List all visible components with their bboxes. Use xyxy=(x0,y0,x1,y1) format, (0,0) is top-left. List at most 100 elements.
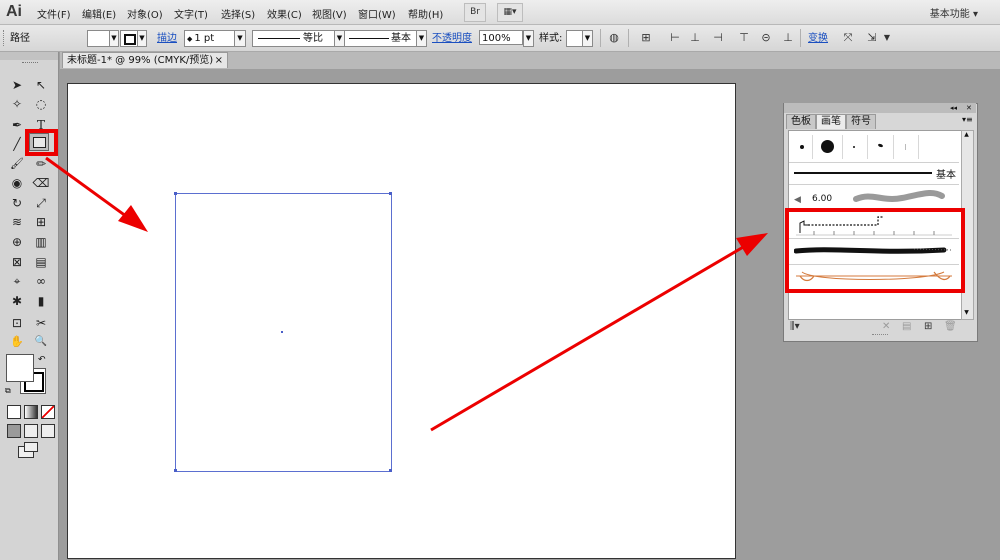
stroke-panel-link[interactable]: 描边 xyxy=(157,31,177,46)
panel-collapse-icon[interactable]: ◂◂ xyxy=(950,103,957,113)
direct-selection-tool-icon[interactable]: ↖ xyxy=(30,76,52,94)
gradient-tool-icon[interactable]: ▤ xyxy=(30,253,52,271)
color-mode-icon[interactable] xyxy=(7,405,21,419)
menu-select[interactable]: 选择(S) xyxy=(221,6,255,21)
scale-tool-icon[interactable]: ⤢ xyxy=(30,194,52,212)
document-tab[interactable]: 未标题-1* @ 99% (CMYK/预览) × xyxy=(62,52,228,68)
bridge-button[interactable]: Br xyxy=(464,3,486,22)
align-middle-icon[interactable]: ⊝ xyxy=(758,30,774,46)
basic-brush-stroke[interactable] xyxy=(794,172,932,174)
artboard-tool-icon[interactable]: ⊡ xyxy=(6,314,28,332)
brush-definition[interactable]: 基本 xyxy=(344,30,418,47)
magic-wand-tool-icon[interactable]: ✧ xyxy=(6,95,28,113)
stroke-swatch[interactable] xyxy=(120,30,138,47)
selection-tool-icon[interactable]: ➤ xyxy=(6,76,28,94)
mesh-tool-icon[interactable]: ⊠ xyxy=(6,253,28,271)
brush-dot-thin[interactable] xyxy=(905,144,906,150)
delete-brush-icon[interactable]: 🗑 xyxy=(944,321,957,332)
tab-brushes[interactable]: 画笔 xyxy=(816,114,846,129)
stroke-weight-dropdown[interactable]: ▼ xyxy=(234,30,246,47)
graphic-style-dropdown[interactable]: ▼ xyxy=(582,30,593,47)
remove-brush-stroke-icon[interactable]: ✕ xyxy=(882,321,890,332)
opacity-dropdown[interactable]: ▼ xyxy=(523,30,534,47)
eyedropper-tool-icon[interactable]: ⌖ xyxy=(6,272,28,290)
menu-object[interactable]: 对象(O) xyxy=(127,6,163,21)
default-colors-icon[interactable]: ⧉ xyxy=(5,386,11,396)
warp-tool-icon[interactable]: ≋ xyxy=(6,213,28,231)
lasso-tool-icon[interactable]: ◌ xyxy=(30,95,52,113)
selection-handle[interactable] xyxy=(389,469,392,472)
tools-panel-header[interactable] xyxy=(0,52,58,60)
opacity-panel-link[interactable]: 不透明度 xyxy=(432,31,472,46)
menu-view[interactable]: 视图(V) xyxy=(312,6,347,21)
scroll-up-icon[interactable]: ▲ xyxy=(962,131,971,139)
brush-dot-small[interactable] xyxy=(800,145,804,149)
panel-menu-icon[interactable]: ▾≡ xyxy=(962,115,973,124)
blob-brush-tool-icon[interactable]: ◉ xyxy=(6,174,28,192)
selection-handle[interactable] xyxy=(174,469,177,472)
draw-normal-icon[interactable] xyxy=(7,424,21,438)
selected-rectangle[interactable] xyxy=(175,193,392,472)
fill-swatch[interactable] xyxy=(87,30,111,47)
panel-resize-grip[interactable] xyxy=(872,334,888,337)
brushes-panel-titlebar[interactable] xyxy=(784,103,976,113)
shape-builder-tool-icon[interactable]: ⊕ xyxy=(6,233,28,251)
tools-grip[interactable] xyxy=(22,62,38,65)
menu-file[interactable]: 文件(F) xyxy=(37,6,71,21)
slice-tool-icon[interactable]: ✂ xyxy=(30,314,52,332)
brush-options-icon[interactable]: ▤ xyxy=(902,321,911,332)
menu-window[interactable]: 窗口(W) xyxy=(358,6,396,21)
brush-dot-large[interactable] xyxy=(821,140,834,153)
recolor-artwork-icon[interactable]: ◍ xyxy=(606,30,622,46)
tab-swatches[interactable]: 色板 xyxy=(786,114,816,129)
blend-tool-icon[interactable]: ∞ xyxy=(30,272,52,290)
opacity-input[interactable]: 100% xyxy=(479,30,523,45)
brush-libraries-menu-icon[interactable]: ⫼▾ xyxy=(790,321,800,332)
rotate-tool-icon[interactable]: ↻ xyxy=(6,194,28,212)
pencil-tool-icon[interactable]: ✏ xyxy=(30,155,52,173)
panel-close-icon[interactable]: ✕ xyxy=(966,103,972,113)
fill-dropdown[interactable]: ▼ xyxy=(109,30,119,47)
perspective-grid-tool-icon[interactable]: ▥ xyxy=(30,233,52,251)
eraser-tool-icon[interactable]: ⌫ xyxy=(30,174,52,192)
column-graph-tool-icon[interactable]: ▮ xyxy=(30,292,52,310)
control-bar-grip[interactable] xyxy=(3,30,7,46)
none-mode-icon[interactable] xyxy=(41,405,55,419)
arrange-documents-button[interactable]: ▦▾ xyxy=(497,3,523,22)
swap-fill-stroke-icon[interactable]: ↶ xyxy=(38,355,46,365)
selection-handle[interactable] xyxy=(174,192,177,195)
align-left-icon[interactable]: ⊢ xyxy=(667,30,683,46)
hand-tool-icon[interactable]: ✋ xyxy=(6,333,28,351)
zoom-tool-icon[interactable]: 🔍 xyxy=(30,333,52,351)
gradient-mode-icon[interactable] xyxy=(24,405,38,419)
brush-definition-dropdown[interactable]: ▼ xyxy=(416,30,427,47)
control-menu-chevron-icon[interactable]: ▼ xyxy=(879,30,895,46)
menu-help[interactable]: 帮助(H) xyxy=(408,6,443,21)
symbol-sprayer-tool-icon[interactable]: ✱ xyxy=(6,292,28,310)
paintbrush-tool-icon[interactable]: 🖌 xyxy=(6,155,28,173)
draw-inside-icon[interactable] xyxy=(41,424,55,438)
variable-width-profile[interactable]: 等比 xyxy=(252,30,336,47)
selection-handle[interactable] xyxy=(389,192,392,195)
align-top-icon[interactable]: ⊤ xyxy=(736,30,752,46)
stroke-dropdown[interactable]: ▼ xyxy=(137,30,147,47)
free-transform-tool-icon[interactable]: ⊞ xyxy=(30,213,52,231)
transform-panel-link[interactable]: 变换 xyxy=(808,31,828,46)
scroll-down-icon[interactable]: ▼ xyxy=(962,309,971,317)
control-options-icon[interactable]: ⇲ xyxy=(864,30,880,46)
align-right-icon[interactable]: ⊣ xyxy=(710,30,726,46)
align-to-icon[interactable]: ⊞ xyxy=(638,30,654,46)
brush-dot-tiny[interactable] xyxy=(853,146,855,148)
align-center-icon[interactable]: ⊥ xyxy=(687,30,703,46)
document-tab-close-icon[interactable]: × xyxy=(215,53,223,69)
workspace-switcher[interactable]: 基本功能 ▾ xyxy=(930,5,978,20)
new-brush-icon[interactable]: ⊞ xyxy=(924,321,932,332)
align-bottom-icon[interactable]: ⊥ xyxy=(780,30,796,46)
charcoal-brush-stroke[interactable] xyxy=(852,188,946,208)
isolate-icon[interactable]: ⤧ xyxy=(840,30,856,46)
menu-edit[interactable]: 编辑(E) xyxy=(82,6,116,21)
tab-symbols[interactable]: 符号 xyxy=(846,114,876,129)
fill-color-box[interactable] xyxy=(6,354,34,382)
draw-behind-icon[interactable] xyxy=(24,424,38,438)
menu-type[interactable]: 文字(T) xyxy=(174,6,208,21)
